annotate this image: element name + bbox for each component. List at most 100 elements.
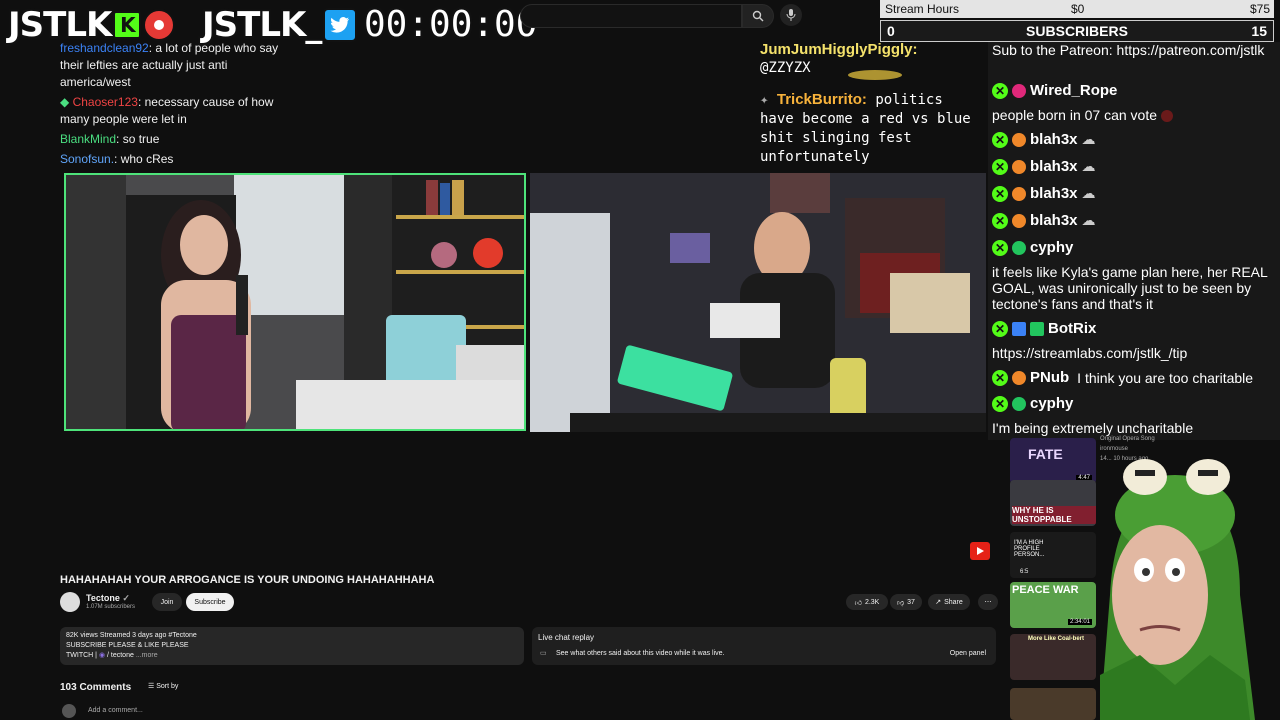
user-badge-icon [1012, 159, 1026, 174]
webcam-scene [66, 175, 524, 429]
search-button[interactable] [742, 4, 774, 28]
webcam-scene [530, 173, 986, 432]
chat-message: ✕ blah3x ☁ [992, 212, 1096, 229]
chat-message: BlankMind: so true [60, 131, 280, 148]
chat-message: ◆ Chaoser123: necessary cause of how man… [60, 94, 280, 128]
stream-hours-max: $75 [1249, 2, 1270, 16]
description-line: TWITCH | [66, 652, 97, 659]
left-webcam-video[interactable] [64, 173, 526, 431]
chat-username: Sonofsun. [60, 152, 115, 166]
like-count: 2.3K [864, 598, 880, 606]
youtube-search-input[interactable] [520, 4, 742, 28]
video-meta: 82K views Streamed 3 days ago #Tectone [66, 632, 197, 639]
chat-message: ✕ blah3x ☁ [992, 185, 1096, 202]
thumbs-down-icon: 👎︎ [897, 599, 905, 607]
right-webcam-video[interactable] [530, 173, 986, 432]
emote-icon [1160, 110, 1173, 123]
chat-username: cyphy [1030, 239, 1074, 256]
chat-message: ✕ blah3x ☁ [992, 158, 1096, 175]
chat-text: : who cRes [114, 152, 174, 166]
description-link[interactable]: / tectone [107, 652, 134, 659]
kick-badge-icon: ✕ [992, 82, 1008, 99]
recommended-video-title[interactable]: Original Opera Song [1100, 436, 1155, 442]
jstlk-kick-logo: JSTLK K [8, 5, 176, 45]
emote-icon: ☁ [1081, 158, 1096, 174]
chat-text: have become a red vs blue shit slinging … [760, 111, 971, 165]
duration-badge: 6:5 [1020, 569, 1029, 575]
dislike-button[interactable]: 👎︎ 37 [890, 594, 922, 610]
subscribe-button[interactable]: Subscribe [186, 593, 234, 611]
video-description[interactable]: 82K views Streamed 3 days ago #Tectone S… [60, 627, 524, 665]
kick-badge-icon: ✕ [992, 239, 1008, 256]
diamond-badge-icon: ◆ [60, 95, 73, 109]
emote-icon: ☁ [1081, 185, 1096, 201]
verified-badge-icon [1030, 321, 1044, 336]
chat-username: blah3x [1030, 131, 1078, 148]
emote-icon: ☁ [1081, 131, 1096, 147]
open-panel-button[interactable]: Open panel [950, 650, 986, 657]
sort-by-button[interactable]: ☰ Sort by [148, 682, 178, 690]
chat-text: I think you are too charitable [1077, 369, 1254, 386]
dislike-count: 37 [907, 598, 915, 606]
live-chat-replay-desc: See what others said about this video wh… [556, 650, 725, 657]
user-badge-icon [1012, 370, 1026, 385]
subscribers-goal-bar: 0 SUBSCRIBERS 15 [880, 20, 1274, 42]
chat-text: politics [875, 92, 943, 108]
chat-username: JumJumHigglyPiggly: [760, 41, 918, 58]
kick-badge-icon: ✕ [992, 158, 1008, 175]
stream-hours-goal-bar: Stream Hours $0 $75 [880, 0, 1274, 18]
bot-badge-icon [1012, 321, 1026, 336]
chat-message: ✕ cyphy [992, 239, 1073, 256]
pinned-message: Sub to the Patreon: https://patreon.com/… [992, 42, 1265, 58]
stream-timer: 00:00:00 [364, 4, 538, 45]
kick-badge-icon: ✕ [992, 212, 1008, 229]
chat-message: ✕ BotRix [992, 320, 1096, 337]
channel-name[interactable]: Tectone ✓ [86, 593, 130, 604]
chat-message: freshandclean92: a lot of people who say… [60, 40, 280, 91]
chat-text: I'm being extremely uncharitable [992, 420, 1194, 436]
show-more-link[interactable]: ...more [136, 652, 158, 659]
subs-goal: 15 [1251, 23, 1267, 39]
more-actions-button[interactable]: ⋯ [978, 594, 998, 610]
chat-message: ✕ blah3x ☁ [992, 131, 1096, 148]
chat-username: blah3x [1030, 212, 1078, 229]
user-badge-icon [1012, 213, 1026, 228]
user-badge-icon [1012, 396, 1026, 411]
kick-badge-icon: ✕ [992, 369, 1008, 386]
user-badge-icon [1012, 186, 1026, 201]
play-icon [977, 547, 984, 555]
add-comment-input[interactable]: Add a comment... [88, 707, 143, 714]
chat-username: freshandclean92 [60, 41, 149, 55]
stream-hours-label: Stream Hours [885, 2, 960, 16]
user-badge-icon [1012, 132, 1026, 147]
kick-badge-icon: ✕ [992, 395, 1008, 412]
verified-icon: ✓ [122, 593, 130, 603]
join-button[interactable]: Join [152, 593, 182, 611]
right-chat-overlay: Sub to the Patreon: https://patreon.com/… [988, 42, 1280, 440]
live-chat-replay-title: Live chat replay [538, 633, 595, 642]
share-button[interactable]: ↗ Share [928, 594, 970, 610]
thumbnail-text: I'M A HIGH PROFILE PERSON... [1014, 540, 1045, 558]
badge-icon: ✦ [760, 92, 777, 108]
kick-badge-icon: ✕ [992, 131, 1008, 148]
twitch-icon: ◉ [98, 652, 106, 659]
sort-icon: ☰ [148, 683, 155, 690]
recommended-channel[interactable]: ironmouse [1100, 446, 1128, 452]
youtube-logo-button[interactable] [970, 542, 990, 560]
thumbs-up-icon: 👍︎ [854, 599, 862, 607]
chat-username: blah3x [1030, 185, 1078, 202]
chat-text: it feels like Kyla's game plan here, her… [992, 264, 1268, 312]
channel-avatar[interactable] [60, 592, 80, 612]
chat-username: Wired_Rope [1030, 82, 1118, 99]
video-title: HAHAHAHAH YOUR ARROGANCE IS YOUR UNDOING… [60, 574, 435, 586]
thumbnail-text: PEACE WAR [1012, 584, 1079, 596]
chat-message: ✕ Wired_Rope [992, 82, 1117, 99]
kick-badge-icon: ✕ [992, 320, 1008, 337]
kick-icon: K [113, 11, 142, 39]
like-button[interactable]: 👍︎ 2.3K [846, 594, 888, 610]
live-chat-replay-panel: Live chat replay ▭ See what others said … [532, 627, 996, 665]
center-chat-overlay: JumJumHigglyPiggly: @ZZYZX ✦ TrickBurrit… [760, 40, 980, 167]
kermit-mascot-image [1100, 459, 1255, 720]
voice-search-button[interactable] [780, 4, 802, 26]
more-icon: ⋯ [984, 599, 992, 606]
